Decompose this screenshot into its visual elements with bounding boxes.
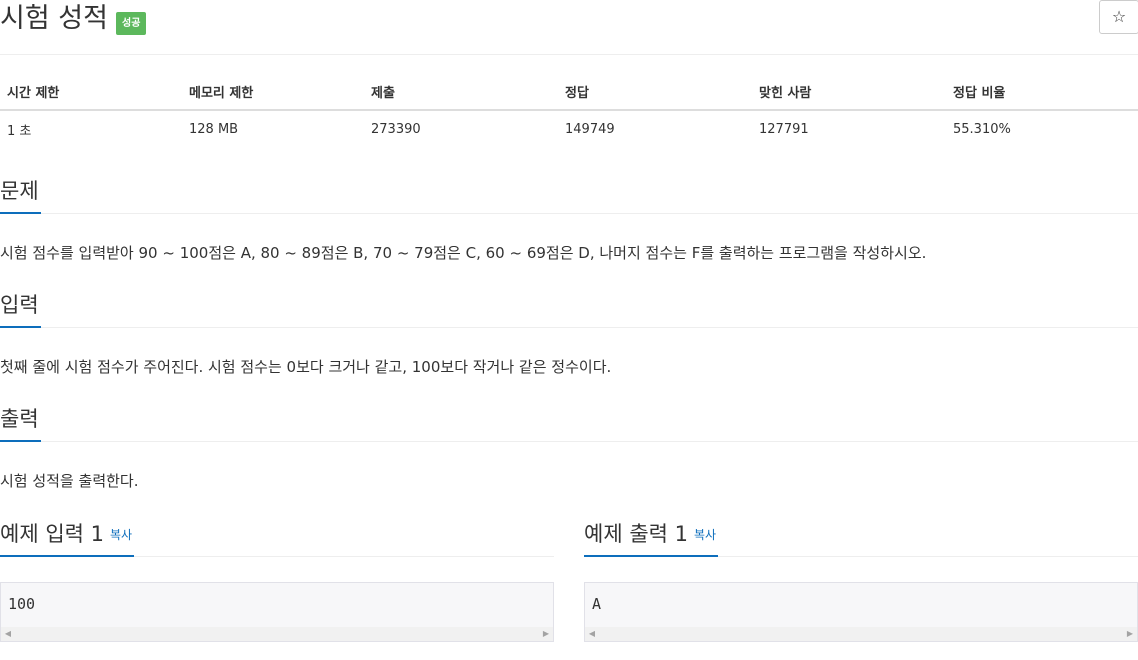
header-solvers: 맞힌 사람 xyxy=(752,74,946,111)
sample-input-content: 100 xyxy=(8,595,36,613)
sample-input-scrollbar[interactable]: ◀ ▶ xyxy=(1,627,553,641)
problem-info-table: 시간 제한 메모리 제한 제출 정답 맞힌 사람 정답 비율 1 초 128 M… xyxy=(0,74,1138,147)
problem-header: 시험 성적 성공 ☆ xyxy=(0,0,1138,55)
header-time-limit: 시간 제한 xyxy=(0,74,182,111)
value-solvers: 127791 xyxy=(759,121,809,137)
sample-input-heading-row: 예제 입력 1 복사 xyxy=(0,517,554,557)
input-description: 첫째 줄에 시험 점수가 주어진다. 시험 점수는 0보다 크거나 같고, 10… xyxy=(0,358,612,376)
info-value-row: 1 초 128 MB 273390 149749 127791 55.310% xyxy=(0,110,1138,147)
sample-output-heading-row: 예제 출력 1 복사 xyxy=(584,517,1138,557)
output-description: 시험 성적을 출력한다. xyxy=(0,472,139,490)
copy-sample-input-link[interactable]: 복사 xyxy=(110,528,132,542)
sample-output-box[interactable]: A ◀ ▶ xyxy=(584,582,1138,642)
problem-heading: 문제 xyxy=(0,174,41,214)
scroll-right-arrow-icon[interactable]: ▶ xyxy=(539,627,553,641)
info-header-row: 시간 제한 메모리 제한 제출 정답 맞힌 사람 정답 비율 xyxy=(0,74,1138,111)
value-accept-ratio: 55.310% xyxy=(953,121,1011,137)
sample-output-scrollbar[interactable]: ◀ ▶ xyxy=(585,627,1137,641)
problem-page: 시험 성적 성공 ☆ 시간 제한 메모리 제한 제출 정답 맞힌 사람 정답 비… xyxy=(0,0,1138,660)
sample-output-heading: 예제 출력 1 복사 xyxy=(584,517,719,557)
copy-sample-output-link[interactable]: 복사 xyxy=(694,528,716,542)
value-memory-limit: 128 MB xyxy=(189,121,239,137)
sample-output-content: A xyxy=(592,595,602,613)
sample-input-title: 예제 입력 1 xyxy=(0,522,104,546)
star-icon[interactable]: ☆ xyxy=(1099,0,1138,34)
header-accept-ratio: 정답 비율 xyxy=(946,74,1138,111)
output-section-heading: 출력 xyxy=(0,402,1138,442)
sample-input-heading: 예제 입력 1 복사 xyxy=(0,517,135,557)
scroll-right-arrow-icon[interactable]: ▶ xyxy=(1123,627,1137,641)
header-memory-limit: 메모리 제한 xyxy=(182,74,364,111)
value-submissions: 273390 xyxy=(371,121,421,137)
scroll-left-arrow-icon[interactable]: ◀ xyxy=(585,627,599,641)
input-section-heading: 입력 xyxy=(0,288,1138,328)
problem-description: 시험 점수를 입력받아 90 ~ 100점은 A, 80 ~ 89점은 B, 7… xyxy=(0,244,927,262)
sample-output-title: 예제 출력 1 xyxy=(584,522,688,546)
header-submissions: 제출 xyxy=(364,74,558,111)
header-accepted: 정답 xyxy=(558,74,752,111)
scroll-left-arrow-icon[interactable]: ◀ xyxy=(1,627,15,641)
problem-section-heading: 문제 xyxy=(0,174,1138,214)
output-heading: 출력 xyxy=(0,402,41,442)
value-time-limit: 1 초 xyxy=(7,123,32,139)
status-badge: 성공 xyxy=(116,12,147,35)
sample-input-box[interactable]: 100 ◀ ▶ xyxy=(0,582,554,642)
value-accepted: 149749 xyxy=(565,121,615,137)
problem-title: 시험 성적 xyxy=(0,3,108,34)
input-heading: 입력 xyxy=(0,288,41,328)
